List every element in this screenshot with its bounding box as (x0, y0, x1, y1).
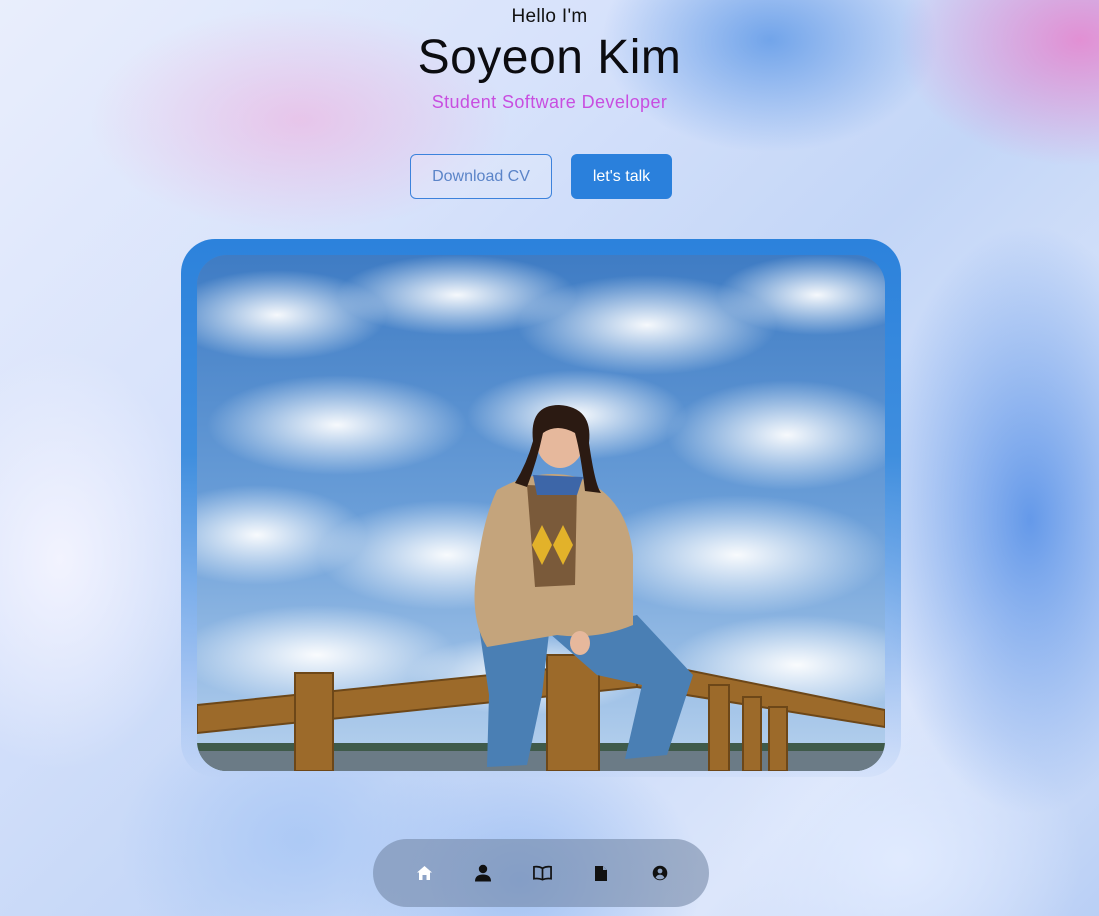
bottom-navigation (373, 839, 709, 907)
document-icon (595, 865, 607, 881)
page-title: Soyeon Kim (417, 31, 682, 84)
profile-photo-illustration (197, 255, 885, 771)
user-icon (475, 864, 491, 882)
nav-about[interactable] (474, 864, 493, 883)
user-circle-icon (652, 865, 668, 881)
nav-contact[interactable] (651, 864, 670, 883)
job-title: Student Software Developer (431, 92, 668, 112)
lets-talk-button[interactable]: let's talk (571, 154, 672, 199)
profile-photo (197, 255, 885, 771)
nav-home[interactable] (415, 864, 434, 883)
download-cv-button[interactable]: Download CV (410, 154, 552, 199)
greeting-text: Hello I'm (511, 6, 588, 27)
nav-resume[interactable] (592, 864, 611, 883)
book-icon (532, 865, 552, 881)
nav-experience[interactable] (532, 864, 552, 883)
home-icon (416, 866, 432, 880)
